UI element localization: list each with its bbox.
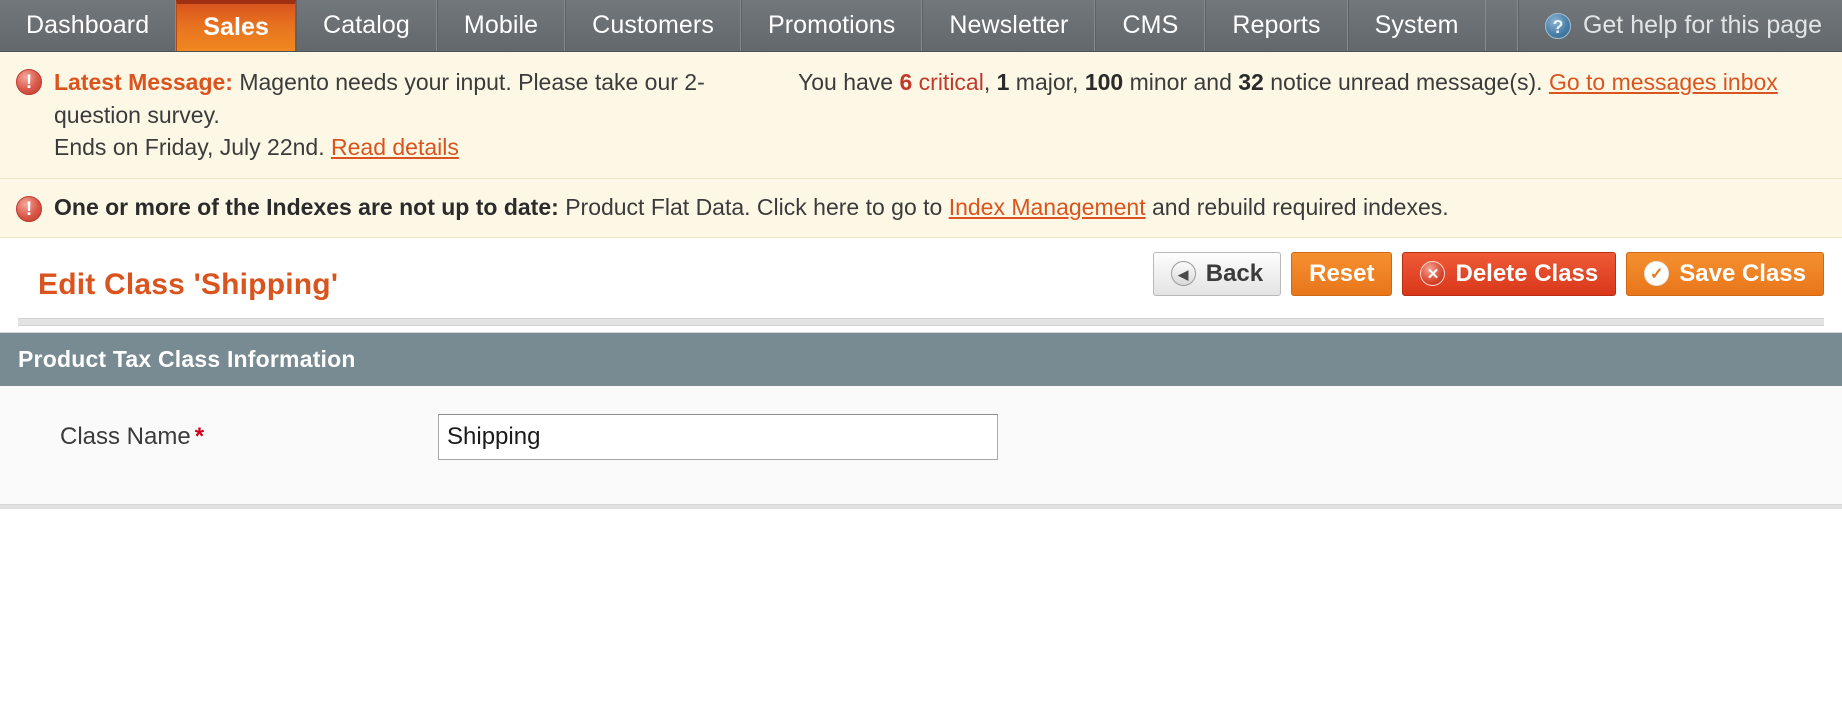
- product-tax-class-panel: Product Tax Class Information Class Name…: [0, 331, 1842, 505]
- question-mark-circle-icon: ?: [1544, 12, 1571, 39]
- panel-header: Product Tax Class Information: [0, 332, 1842, 386]
- nav-item-label: Mobile: [463, 11, 539, 39]
- nav-spacer: [1486, 0, 1518, 51]
- nav-item-label: CMS: [1122, 11, 1179, 39]
- index-message-text-after: and rebuild required indexes.: [1152, 193, 1449, 220]
- index-message-text-before: Product Flat Data. Click here to go to: [565, 193, 943, 220]
- major-word: major,: [1015, 69, 1079, 95]
- save-class-button[interactable]: ✓ Save Class: [1626, 251, 1824, 296]
- critical-word: critical: [918, 69, 984, 95]
- page-actions-toolbar: ◀ Back Reset ✕ Delete Class ✓ Save Class: [1152, 251, 1824, 296]
- panel-body: Class Name *: [0, 385, 1842, 504]
- get-help-link[interactable]: ? Get help for this page: [1517, 0, 1842, 51]
- nav-item-mobile[interactable]: Mobile: [436, 0, 566, 51]
- nav-item-cms[interactable]: CMS: [1095, 0, 1206, 51]
- nav-item-label: System: [1374, 11, 1459, 39]
- save-class-button-label: Save Class: [1679, 259, 1806, 287]
- nav-item-customers[interactable]: Customers: [565, 0, 741, 51]
- unread-counts: You have 6 critical, 1 major, 100 minor …: [798, 66, 1778, 99]
- nav-item-sales[interactable]: Sales: [176, 0, 297, 51]
- get-help-label: Get help for this page: [1582, 11, 1822, 39]
- latest-message-second-line: Ends on Friday, July 22nd. Read details: [54, 131, 1824, 164]
- nav-item-newsletter[interactable]: Newsletter: [922, 0, 1096, 51]
- panel-bottom-divider: [0, 504, 1842, 509]
- nav-item-label: Dashboard: [26, 11, 150, 39]
- counts-prefix: You have: [798, 69, 894, 95]
- read-details-link[interactable]: Read details: [331, 134, 459, 160]
- major-count: 1: [996, 69, 1010, 95]
- latest-message-bar: ! Latest Message: Magento needs your inp…: [0, 52, 1842, 179]
- index-message-body: One or more of the Indexes are not up to…: [54, 193, 1824, 223]
- index-message-title: One or more of the Indexes are not up to…: [54, 193, 559, 220]
- latest-message-body: Latest Message: Magento needs your input…: [54, 66, 1824, 164]
- required-marker: *: [194, 422, 205, 450]
- notice-word: notice unread message(s).: [1270, 69, 1543, 95]
- nav-item-label: Sales: [203, 13, 270, 41]
- index-message-bar: ! One or more of the Indexes are not up …: [0, 178, 1842, 238]
- check-circle-icon: ✓: [1644, 261, 1670, 287]
- x-circle-icon: ✕: [1420, 261, 1446, 287]
- arrow-left-circle-icon: ◀: [1170, 261, 1196, 287]
- notice-count: 32: [1238, 69, 1264, 95]
- nav-item-reports[interactable]: Reports: [1205, 0, 1348, 51]
- back-button-label: Back: [1205, 259, 1264, 287]
- alert-circle-icon: !: [16, 195, 42, 222]
- back-button[interactable]: ◀ Back: [1152, 251, 1282, 296]
- critical-count: 6: [899, 69, 913, 95]
- go-to-messages-inbox-link[interactable]: Go to messages inbox: [1549, 69, 1778, 95]
- nav-item-label: Newsletter: [949, 11, 1069, 39]
- header-divider: [18, 317, 1824, 326]
- alert-circle-icon: !: [16, 69, 42, 95]
- nav-item-label: Catalog: [323, 11, 410, 39]
- main-navigation: Dashboard Sales Catalog Mobile Customers…: [0, 0, 1842, 52]
- delete-class-button[interactable]: ✕ Delete Class: [1402, 251, 1617, 296]
- minor-word: minor and: [1129, 69, 1232, 95]
- nav-item-system[interactable]: System: [1347, 0, 1486, 51]
- class-name-label-text: Class Name: [60, 422, 191, 450]
- reset-button-label: Reset: [1309, 259, 1375, 287]
- minor-count: 100: [1084, 69, 1124, 95]
- latest-message-ends-text: Ends on Friday, July 22nd.: [54, 134, 325, 161]
- counts-sep: ,: [983, 69, 991, 95]
- nav-item-label: Customers: [592, 11, 714, 39]
- nav-item-label: Reports: [1232, 11, 1321, 39]
- class-name-input[interactable]: [438, 413, 998, 460]
- nav-item-dashboard[interactable]: Dashboard: [0, 0, 177, 51]
- latest-message-text-block: Latest Message: Magento needs your input…: [54, 66, 754, 131]
- latest-message-title: Latest Message:: [54, 69, 233, 95]
- latest-message-first-line: Latest Message: Magento needs your input…: [54, 66, 1824, 131]
- nav-item-label: Promotions: [767, 11, 896, 39]
- class-name-field-row: Class Name *: [18, 413, 1824, 460]
- nav-item-catalog[interactable]: Catalog: [296, 0, 437, 51]
- content-header: Edit Class 'Shipping' ◀ Back Reset ✕ Del…: [0, 238, 1842, 326]
- reset-button[interactable]: Reset: [1291, 251, 1393, 296]
- class-name-label: Class Name *: [18, 423, 438, 451]
- delete-class-button-label: Delete Class: [1455, 259, 1599, 287]
- nav-item-promotions[interactable]: Promotions: [740, 0, 923, 51]
- index-management-link[interactable]: Index Management: [949, 194, 1146, 220]
